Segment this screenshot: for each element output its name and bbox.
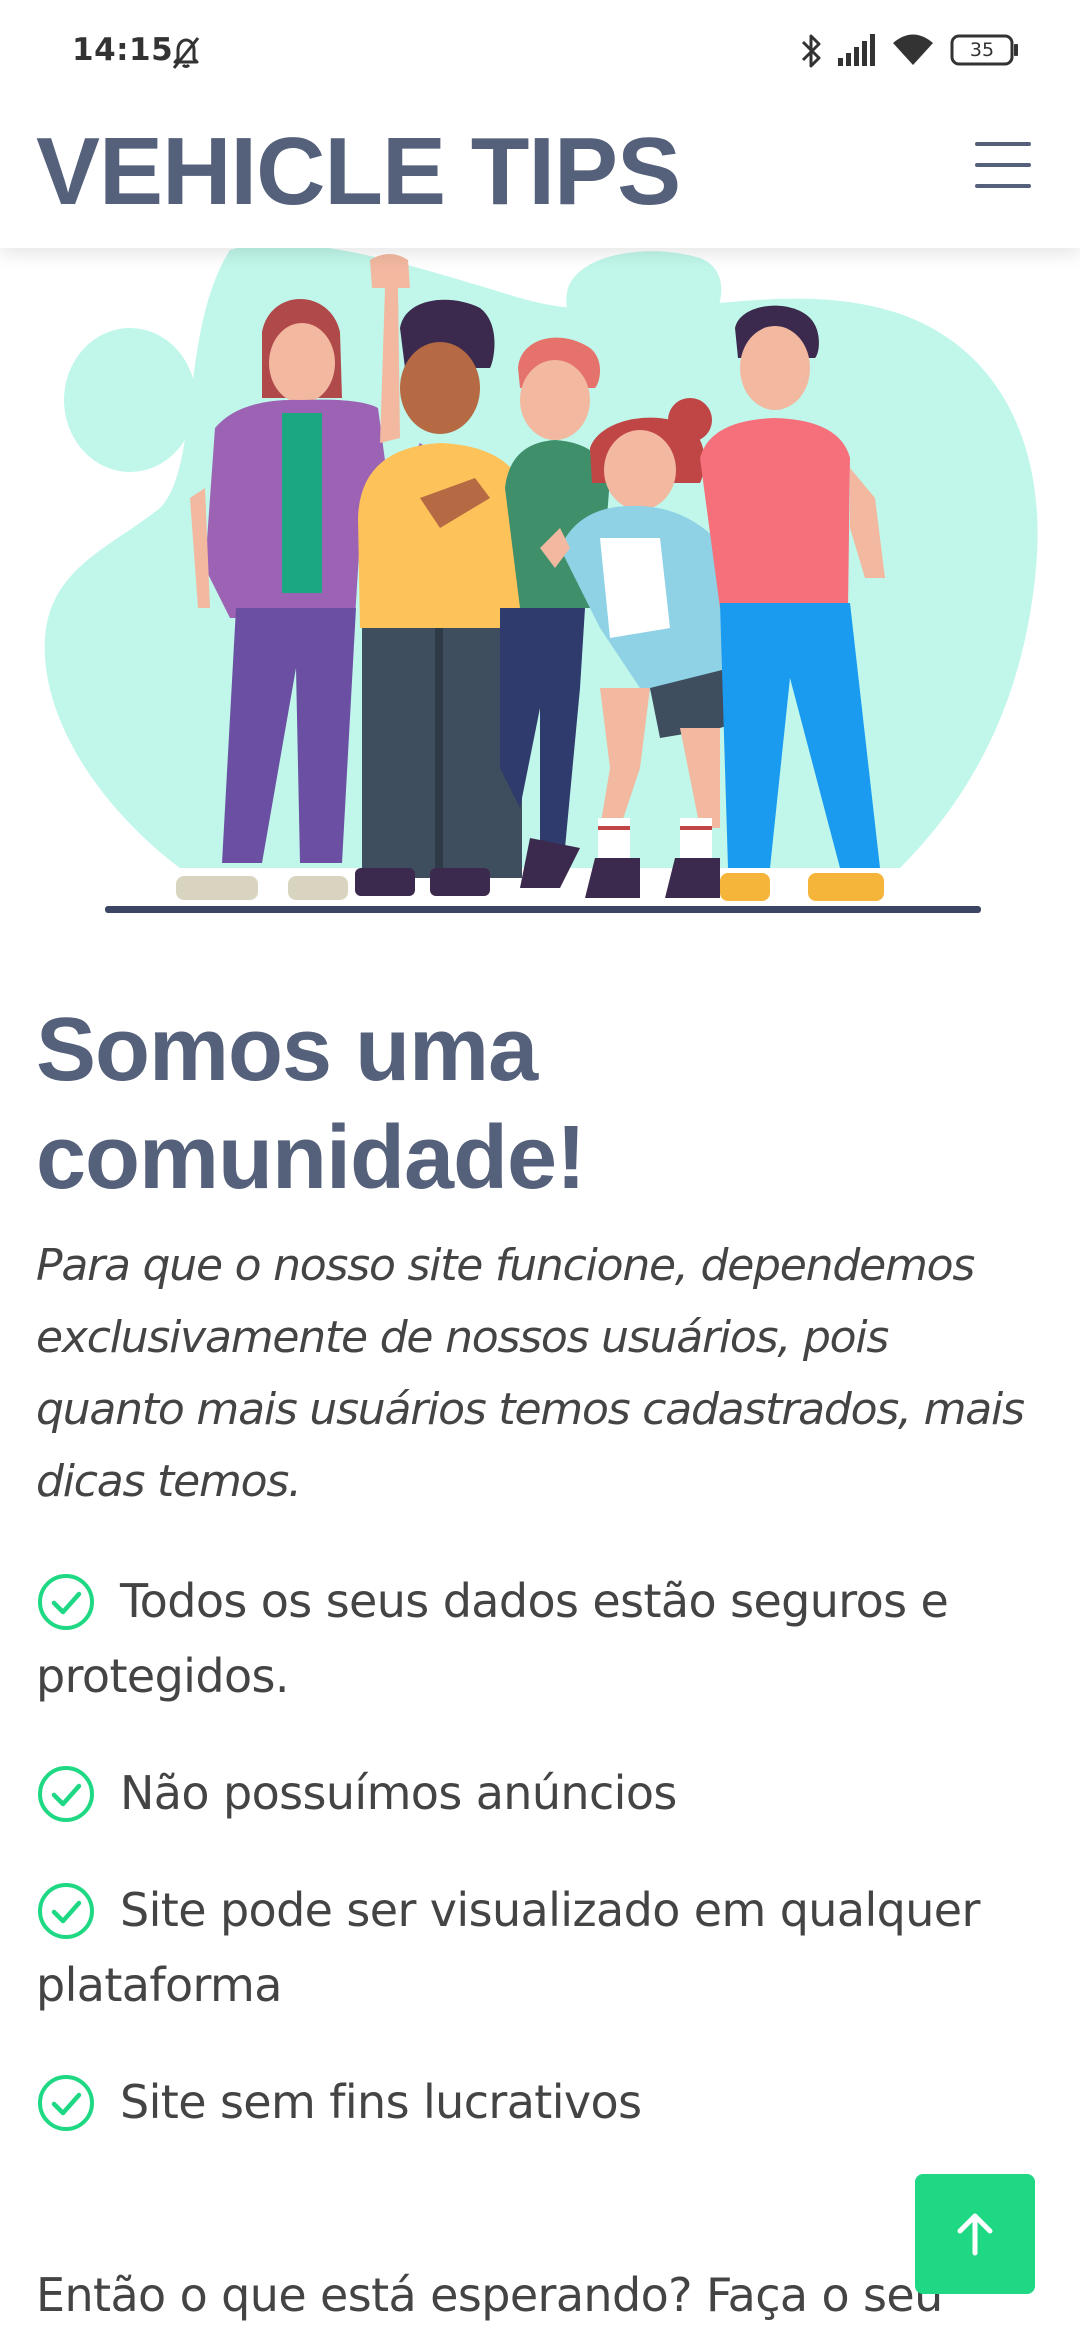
list-item: Todos os seus dados estão seguros e prot… (36, 1564, 1046, 1714)
list-item-text: Site sem fins lucrativos (120, 2075, 642, 2129)
hamburger-menu-icon (975, 142, 1031, 146)
brand-logo[interactable]: VEHICLE TIPS (36, 114, 681, 229)
arrow-up-icon (957, 2213, 993, 2256)
list-item: Não possuímos anúncios (36, 1756, 1046, 1831)
check-circle-icon (38, 2075, 94, 2131)
check-circle-icon (38, 1574, 94, 1630)
feature-list: Todos os seus dados estão seguros e prot… (36, 1564, 1046, 2140)
main-content: Somos uma comunidade! Para que o nosso s… (36, 996, 1046, 2182)
battery-level: 35 (969, 39, 995, 61)
menu-button[interactable] (966, 130, 1036, 200)
signal-icon (838, 34, 875, 66)
back-to-top-button[interactable] (915, 2174, 1035, 2294)
check-circle-icon (38, 1883, 94, 1939)
bluetooth-icon (801, 34, 821, 68)
check-circle-icon (38, 1766, 94, 1822)
list-item-text: Todos os seus dados estão seguros e prot… (36, 1574, 949, 1703)
cta-text: Então o que está esperando? Faça o seu (36, 2268, 943, 2322)
lead-paragraph: Para que o nosso site funcione, dependem… (36, 1240, 1025, 1507)
site-header: VEHICLE TIPS (0, 100, 1080, 248)
group-of-friends-illustration (44, 248, 1038, 913)
list-item-text: Não possuímos anúncios (120, 1766, 677, 1820)
wifi-icon (893, 34, 933, 65)
list-item: Site pode ser visualizado em qualquer pl… (36, 1873, 1046, 2023)
status-time: 14:15 (72, 32, 174, 68)
list-item: Site sem fins lucrativos (36, 2065, 1046, 2140)
mute-icon (172, 37, 200, 69)
list-item-text: Site pode ser visualizado em qualquer pl… (36, 1883, 980, 2012)
page-title: Somos uma comunidade! (36, 1000, 586, 1208)
status-bar: 14:15 35 (0, 0, 1080, 100)
